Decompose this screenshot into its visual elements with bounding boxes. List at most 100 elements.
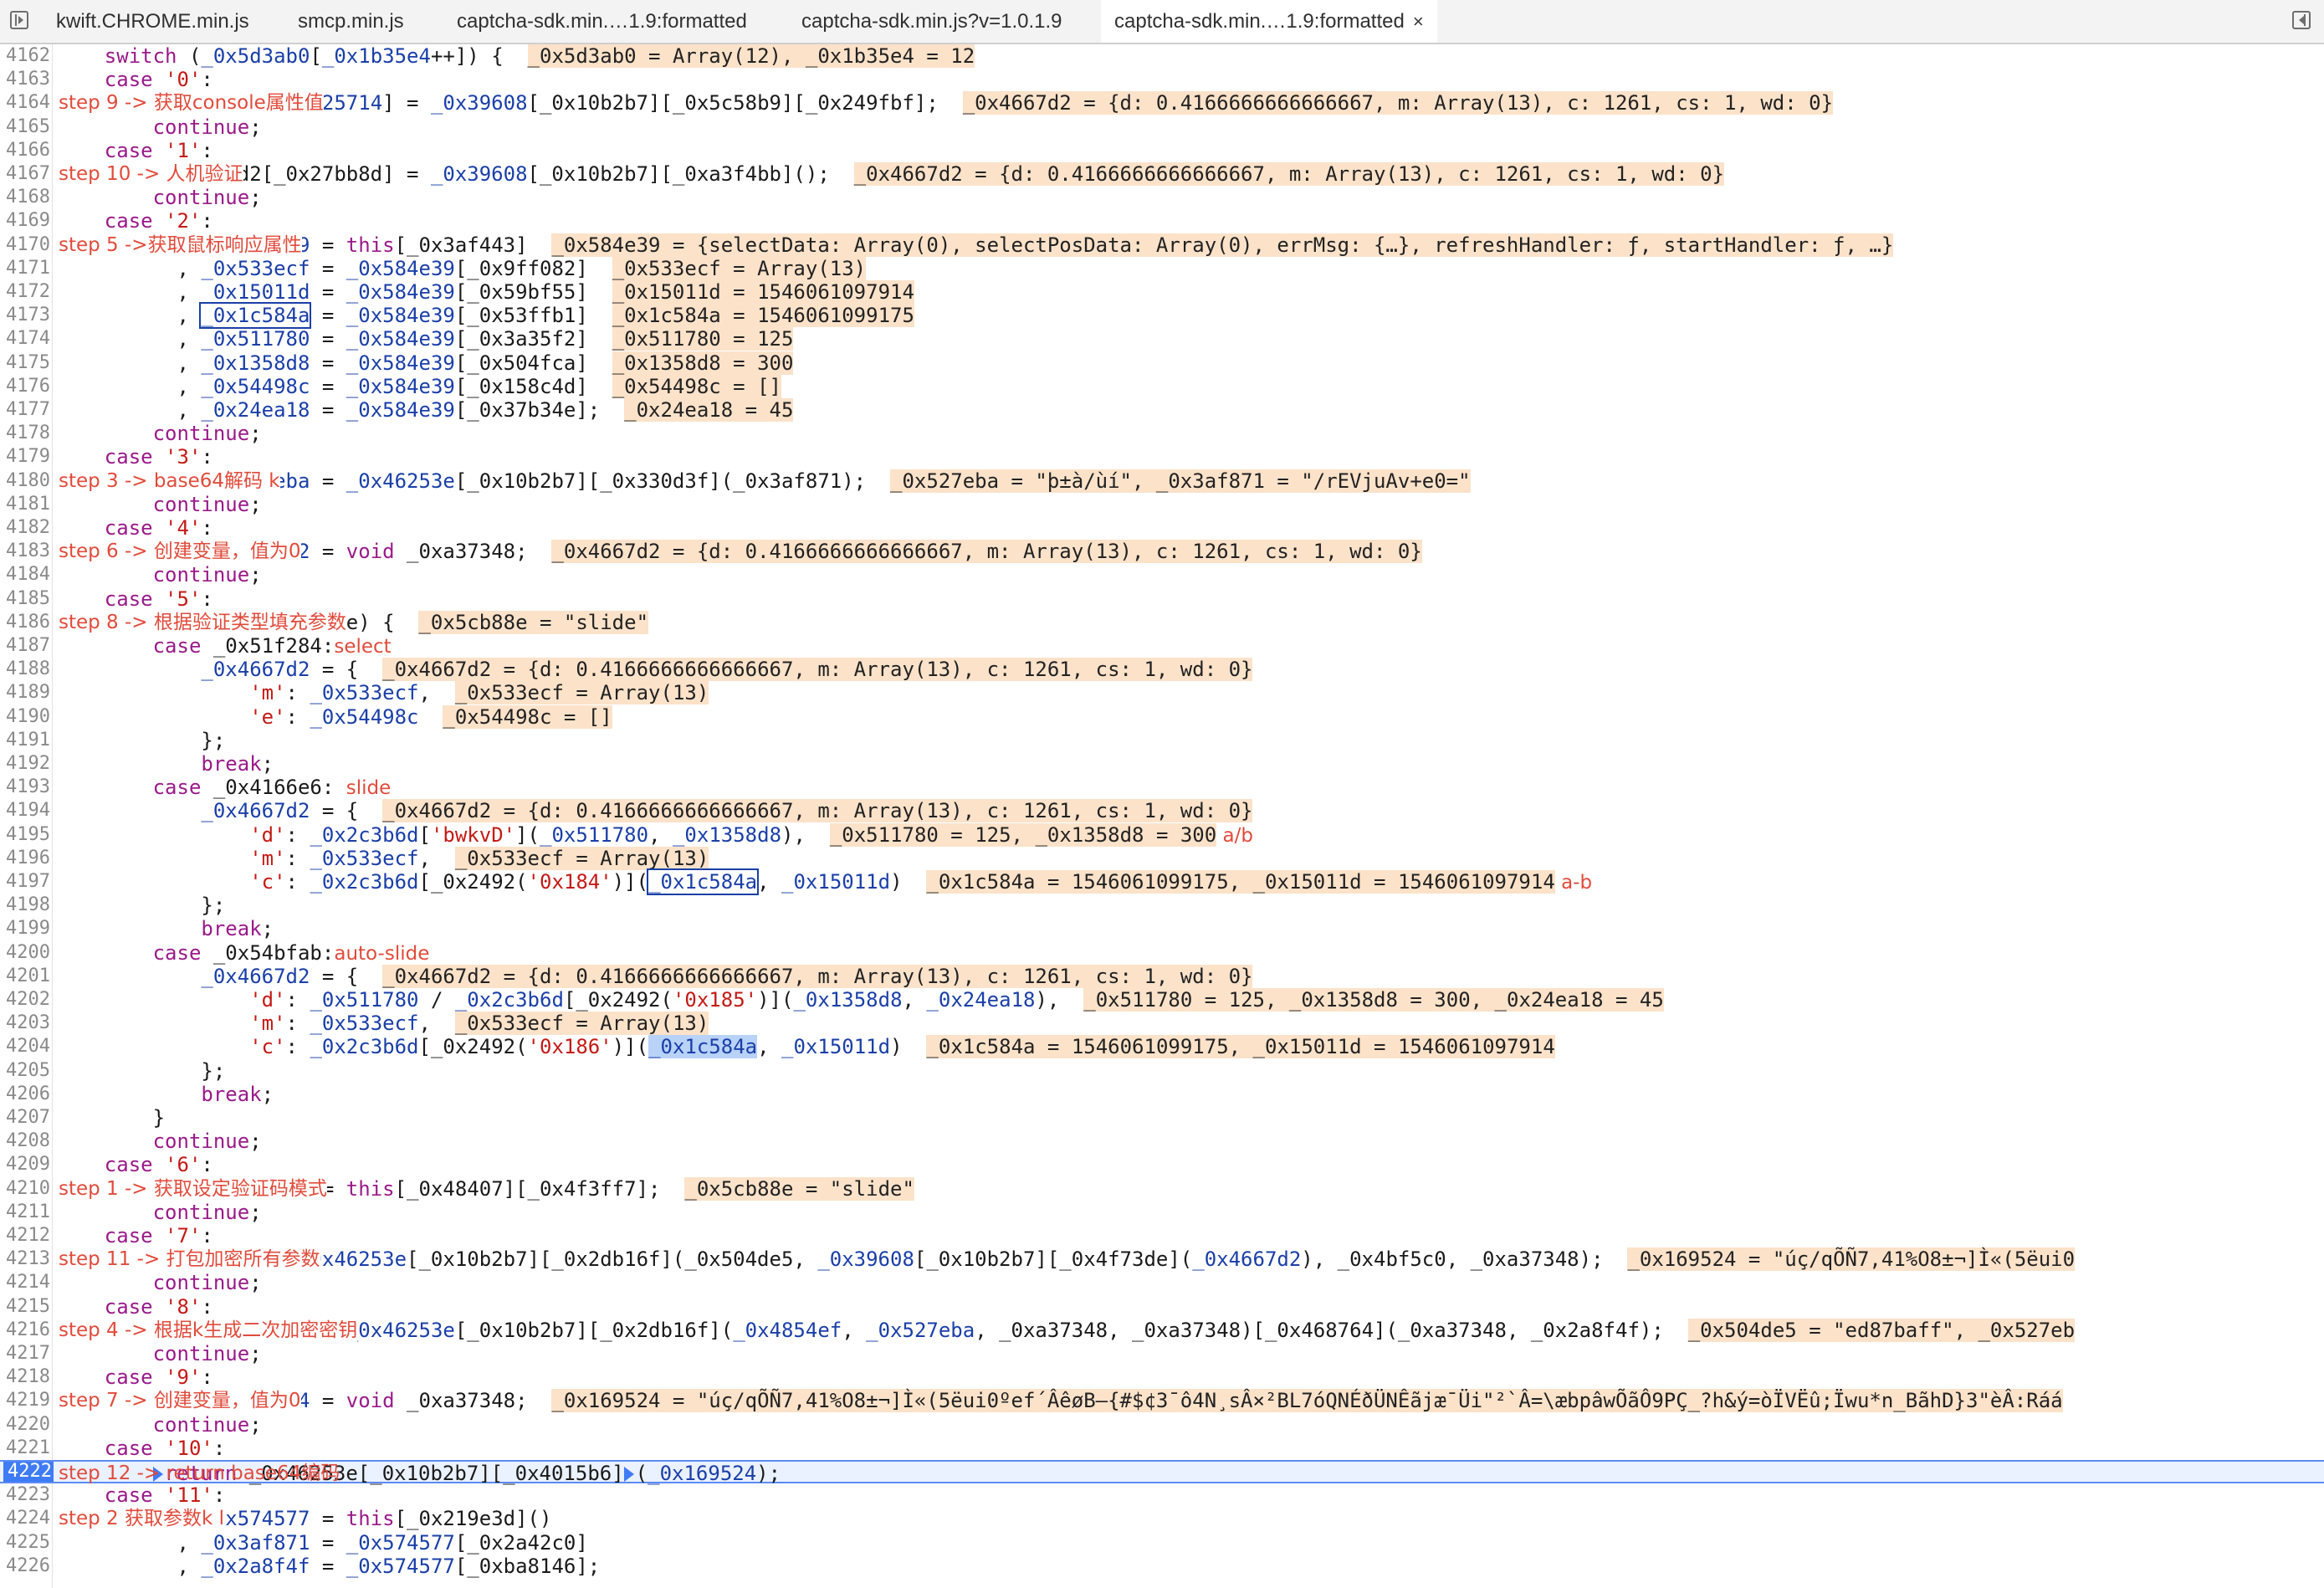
line-number[interactable]: 4188	[2, 658, 50, 681]
code-line[interactable]: 4219 var _0x169524 = void _0xa37348; _0x…	[0, 1389, 2324, 1413]
code-line[interactable]: 4169 case '2':	[0, 209, 2324, 233]
code-line[interactable]: 4184 continue;	[0, 563, 2324, 587]
tab-captcha-formatted-active[interactable]: captcha-sdk.min.…1.9:formatted ×	[1101, 0, 1437, 43]
line-number[interactable]: 4212	[2, 1224, 50, 1247]
line-number[interactable]: 4224	[2, 1507, 50, 1530]
line-number[interactable]: 4206	[2, 1083, 50, 1106]
line-number[interactable]: 4170	[2, 233, 50, 257]
code-line[interactable]: 4213 _0x169524 = _0x46253e[_0x10b2b7][_0…	[0, 1247, 2324, 1272]
code-line[interactable]: 4174 , _0x511780 = _0x584e39[_0x3a35f2] …	[0, 327, 2324, 351]
current-execution-line[interactable]: 4222 return _0x46253e[_0x10b2b7][_0x4015…	[0, 1460, 2324, 1485]
line-number[interactable]: 4221	[2, 1437, 50, 1460]
line-number[interactable]: 4225	[2, 1531, 50, 1555]
code-line[interactable]: 4175 , _0x1358d8 = _0x584e39[_0x504fca] …	[0, 351, 2324, 375]
line-number[interactable]: 4213	[2, 1247, 50, 1271]
line-number[interactable]: 4200	[2, 941, 50, 965]
line-number[interactable]: 4202	[2, 988, 50, 1012]
toggle-navigator-icon[interactable]	[10, 11, 28, 29]
line-number[interactable]: 4163	[2, 68, 50, 91]
code-line[interactable]: 4190 'e': _0x54498c _0x54498c = []	[0, 704, 2324, 729]
code-line[interactable]: 4178 continue;	[0, 422, 2324, 445]
code-line[interactable]: 4162 switch (_0x5d3ab0[_0x1b35e4++]) { _…	[0, 44, 2324, 68]
code-line[interactable]: 4217 continue;	[0, 1342, 2324, 1365]
code-line[interactable]: 4224 var _0x574577 = this[_0x219e3d]()st…	[0, 1507, 2324, 1531]
code-line[interactable]: 4205 };	[0, 1059, 2324, 1083]
line-number[interactable]: 4180	[2, 469, 50, 493]
code-line[interactable]: 4225 , _0x3af871 = _0x574577[_0x2a42c0]	[0, 1531, 2324, 1555]
code-line[interactable]: 4164 _0x4667d2[_0x125714] = _0x39608[_0x…	[0, 91, 2324, 115]
line-number[interactable]: 4168	[2, 186, 50, 209]
code-line[interactable]: 4166 case '1':	[0, 139, 2324, 162]
code-line[interactable]: 4199 break;	[0, 917, 2324, 940]
code-line[interactable]: 4172 , _0x15011d = _0x584e39[_0x59bf55] …	[0, 280, 2324, 304]
line-number[interactable]: 4220	[2, 1413, 50, 1437]
code-line[interactable]: 4163 case '0':	[0, 68, 2324, 91]
code-line[interactable]: 4202 'd': _0x511780 / _0x2c3b6d[_0x2492(…	[0, 988, 2324, 1012]
line-number[interactable]: 4198	[2, 894, 50, 917]
code-line[interactable]: 4221 case '10':	[0, 1437, 2324, 1460]
line-number[interactable]: 4214	[2, 1271, 50, 1294]
code-line[interactable]: 4195 'd': _0x2c3b6d['bwkvD'](_0x511780, …	[0, 822, 2324, 847]
line-number[interactable]: 4173	[2, 304, 50, 327]
code-line[interactable]: 4210 var _0x5cb88e = this[_0x48407][_0x4…	[0, 1176, 2324, 1201]
line-number[interactable]: 4201	[2, 965, 50, 988]
code-line[interactable]: 4189 'm': _0x533ecf, _0x533ecf = Array(1…	[0, 681, 2324, 705]
line-number[interactable]: 4175	[2, 351, 50, 375]
line-number[interactable]: 4174	[2, 327, 50, 351]
code-line[interactable]: 4185 case '5':	[0, 587, 2324, 611]
code-line[interactable]: 4223 case '11':	[0, 1483, 2324, 1507]
code-line[interactable]: 4208 continue;	[0, 1130, 2324, 1153]
code-line[interactable]: 4200 case _0x54bfab:auto-slide	[0, 941, 2324, 965]
code-line[interactable]: 4197 'c': _0x2c3b6d[_0x2492('0x184')](_0…	[0, 868, 2324, 895]
line-number[interactable]: 4176	[2, 375, 50, 398]
line-number[interactable]: 4181	[2, 493, 50, 516]
code-line[interactable]: 4179 case '3':	[0, 445, 2324, 469]
tab-kwift[interactable]: kwift.CHROME.min.js	[56, 0, 249, 43]
code-line[interactable]: 4173 , _0x1c584a = _0x584e39[_0x53ffb1] …	[0, 302, 2324, 330]
line-number[interactable]: 4187	[2, 634, 50, 658]
line-number[interactable]: 4185	[2, 587, 50, 611]
tab-captcha-formatted-1[interactable]: captcha-sdk.min.…1.9:formatted	[457, 0, 747, 43]
line-number[interactable]: 4217	[2, 1342, 50, 1365]
line-number[interactable]: 4216	[2, 1319, 50, 1342]
code-line[interactable]: 4198 };	[0, 894, 2324, 917]
code-line[interactable]: 4203 'm': _0x533ecf, _0x533ecf = Array(1…	[0, 1012, 2324, 1036]
line-number[interactable]: 4209	[2, 1153, 50, 1176]
code-line[interactable]: 4168 continue;	[0, 186, 2324, 209]
code-line[interactable]: 4167 _0x4667d2[_0x27bb8d] = _0x39608[_0x…	[0, 162, 2324, 186]
code-line[interactable]: 4192 break;	[0, 752, 2324, 776]
line-number[interactable]: 4162	[2, 44, 50, 68]
code-line[interactable]: 4215 case '8':	[0, 1295, 2324, 1319]
line-number[interactable]: 4194	[2, 799, 50, 822]
code-line[interactable]: 4220 continue;	[0, 1413, 2324, 1437]
line-number[interactable]: 4199	[2, 917, 50, 940]
line-number[interactable]: 4226	[2, 1555, 50, 1578]
line-number[interactable]: 4182	[2, 516, 50, 540]
code-line[interactable]: 4196 'm': _0x533ecf, _0x533ecf = Array(1…	[0, 846, 2324, 870]
line-number[interactable]: 4218	[2, 1365, 50, 1389]
line-number[interactable]: 4183	[2, 540, 50, 563]
line-number[interactable]: 4166	[2, 139, 50, 162]
code-line[interactable]: 4171 , _0x533ecf = _0x584e39[_0x9ff082] …	[0, 256, 2324, 280]
line-number[interactable]: 4171	[2, 257, 50, 280]
line-number[interactable]: 4179	[2, 445, 50, 469]
tab-captcha-source[interactable]: captcha-sdk.min.js?v=1.0.1.9	[801, 0, 1062, 43]
code-line[interactable]: 4204 'c': _0x2c3b6d[_0x2492('0x186')](_0…	[0, 1035, 2324, 1059]
line-number[interactable]: 4184	[2, 563, 50, 587]
tab-smcp[interactable]: smcp.min.js	[298, 0, 404, 43]
line-number[interactable]: 4164	[2, 91, 50, 115]
code-line[interactable]: 4188 _0x4667d2 = { _0x4667d2 = {d: 0.416…	[0, 658, 2324, 682]
code-line[interactable]: 4218 case '9':	[0, 1365, 2324, 1389]
line-number[interactable]: 4190	[2, 705, 50, 729]
line-number[interactable]: 4178	[2, 422, 50, 445]
code-line[interactable]: 4183 var _0x4667d2 = void _0xa37348; _0x…	[0, 540, 2324, 564]
line-number[interactable]: 4219	[2, 1389, 50, 1412]
line-number[interactable]: 4207	[2, 1106, 50, 1130]
line-number[interactable]: 4165	[2, 115, 50, 139]
code-line[interactable]: 4211 continue;	[0, 1201, 2324, 1224]
code-line[interactable]: 4182 case '4':	[0, 516, 2324, 540]
line-number[interactable]: 4191	[2, 729, 50, 752]
code-line[interactable]: 4206 break;	[0, 1083, 2324, 1106]
code-line[interactable]: 4212 case '7':	[0, 1224, 2324, 1247]
code-line[interactable]: 4193 case _0x4166e6: slide	[0, 776, 2324, 799]
